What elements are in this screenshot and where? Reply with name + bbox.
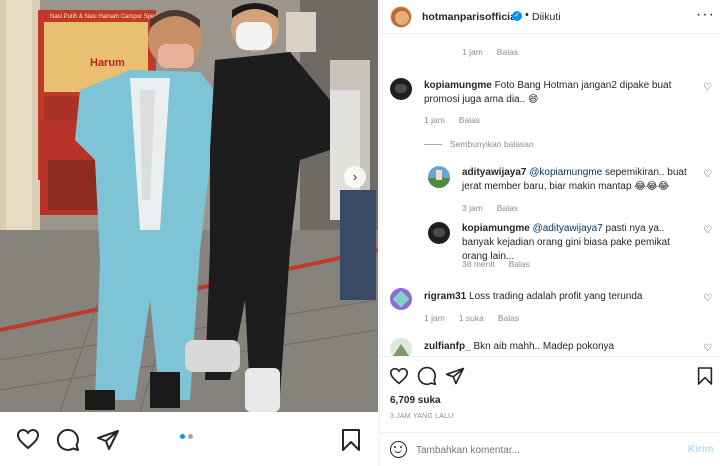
reply-username[interactable]: adityawijaya7	[462, 167, 526, 178]
carousel-dots	[180, 430, 193, 442]
comment-button-left[interactable]	[56, 428, 80, 455]
comment-like-icon[interactable]: ♡	[703, 293, 712, 304]
comment-username[interactable]: kopiamungme	[424, 80, 492, 91]
comment-meta-top: 1 jam Balas	[462, 47, 532, 57]
comment-likes[interactable]: 1 suka	[459, 313, 484, 323]
mention-link[interactable]: @kopiamungme	[529, 167, 602, 178]
bookmark-icon	[342, 429, 360, 451]
share-button-left[interactable]	[96, 428, 120, 455]
more-options-icon[interactable]: ···	[696, 6, 715, 24]
reply-button[interactable]: Balas	[498, 313, 519, 323]
comment-input[interactable]	[416, 442, 676, 458]
comment-time: 1 jam	[462, 47, 483, 57]
post-header: hotmanparisofficial ✓ • Diikuti ···	[380, 0, 720, 34]
comment-meta: 1 jam 1 suka Balas	[424, 313, 533, 323]
reply-like-icon[interactable]: ♡	[703, 169, 712, 180]
follow-status[interactable]: Diikuti	[532, 11, 561, 23]
photo-illustration: Nasi Putih & Nasi Hainam Campur Special …	[0, 0, 378, 412]
carousel-dot-active	[180, 434, 185, 439]
chevron-right-icon: ›	[352, 169, 358, 184]
like-button-left[interactable]	[16, 428, 40, 453]
comment-like-icon[interactable]: ♡	[703, 343, 712, 354]
author-username[interactable]: hotmanparisofficial	[422, 11, 519, 23]
carousel-next-button[interactable]: ›	[344, 166, 366, 188]
reply-like-icon[interactable]: ♡	[703, 225, 712, 236]
post-comment-button[interactable]: Kirim	[688, 444, 714, 455]
like-button[interactable]	[389, 367, 409, 388]
save-button[interactable]	[697, 366, 713, 389]
reply-time: 3 jam	[462, 203, 483, 213]
reply-button[interactable]: Balas	[497, 203, 518, 213]
comment-like-icon[interactable]: ♡	[703, 82, 712, 93]
comment-icon	[56, 428, 79, 451]
add-comment-bar: Kirim	[380, 432, 720, 466]
avatar[interactable]	[390, 288, 412, 310]
post-photo[interactable]: Nasi Putih & Nasi Hainam Campur Special …	[0, 0, 378, 412]
post-actions: 6,709 suka 3 JAM YANG LALU	[380, 356, 720, 430]
comment-button[interactable]	[417, 366, 437, 389]
mention-link[interactable]: @adityawijaya7	[533, 223, 603, 234]
avatar[interactable]	[428, 166, 450, 188]
hide-replies-toggle[interactable]: Sembunyikan balasan	[424, 138, 534, 150]
avatar[interactable]	[428, 222, 450, 244]
toggle-line	[424, 143, 442, 145]
comment-time: 1 jam	[424, 115, 445, 125]
heart-icon	[389, 367, 409, 385]
header-dot: •	[525, 9, 529, 21]
carousel-dot	[188, 434, 193, 439]
avatar[interactable]	[390, 78, 412, 100]
verified-icon: ✓	[512, 11, 522, 21]
reply-username[interactable]: kopiamungme	[462, 223, 530, 234]
emoji-icon[interactable]	[390, 441, 407, 458]
comment-meta: 1 jam Balas	[424, 115, 494, 125]
likes-count[interactable]: 6,709 suka	[390, 395, 441, 406]
bookmark-icon	[697, 367, 713, 385]
author-avatar[interactable]	[390, 6, 412, 28]
photo-action-bar	[0, 412, 378, 466]
comment-icon	[417, 366, 437, 386]
sign-text-1: Nasi Putih & Nasi Hainam Campur Special	[50, 14, 163, 20]
comment-time: 1 jam	[424, 313, 445, 323]
post-time: 3 JAM YANG LALU	[390, 413, 454, 420]
sign-text-2: Harum	[90, 57, 125, 69]
save-button-left[interactable]	[341, 428, 361, 455]
reply-time: 38 menit	[462, 259, 495, 269]
post-side-panel: hotmanparisofficial ✓ • Diikuti ··· 1 ja…	[379, 0, 720, 466]
send-icon	[97, 430, 119, 450]
comment-username[interactable]: zulfianfp_	[424, 341, 471, 352]
share-button[interactable]	[445, 366, 465, 389]
comment-text: Bkn aib mahh.. Madep pokonya	[473, 341, 615, 352]
reply-meta: 3 jam Balas	[462, 203, 532, 213]
heart-icon	[16, 428, 40, 450]
comment-username[interactable]: rigram31	[424, 291, 466, 302]
comments-list: 1 jam Balas kopiamungme Foto Bang Hotman …	[380, 34, 720, 356]
reply-button[interactable]: Balas	[509, 259, 530, 269]
send-icon	[445, 367, 465, 385]
reply-meta: 38 menit Balas	[462, 259, 544, 269]
reply-button[interactable]: Balas	[459, 115, 480, 125]
comment-text: Loss trading adalah profit yang terunda	[469, 291, 643, 302]
avatar[interactable]	[390, 338, 412, 356]
reply-button[interactable]: Balas	[497, 47, 518, 57]
toggle-label: Sembunyikan balasan	[450, 139, 534, 149]
